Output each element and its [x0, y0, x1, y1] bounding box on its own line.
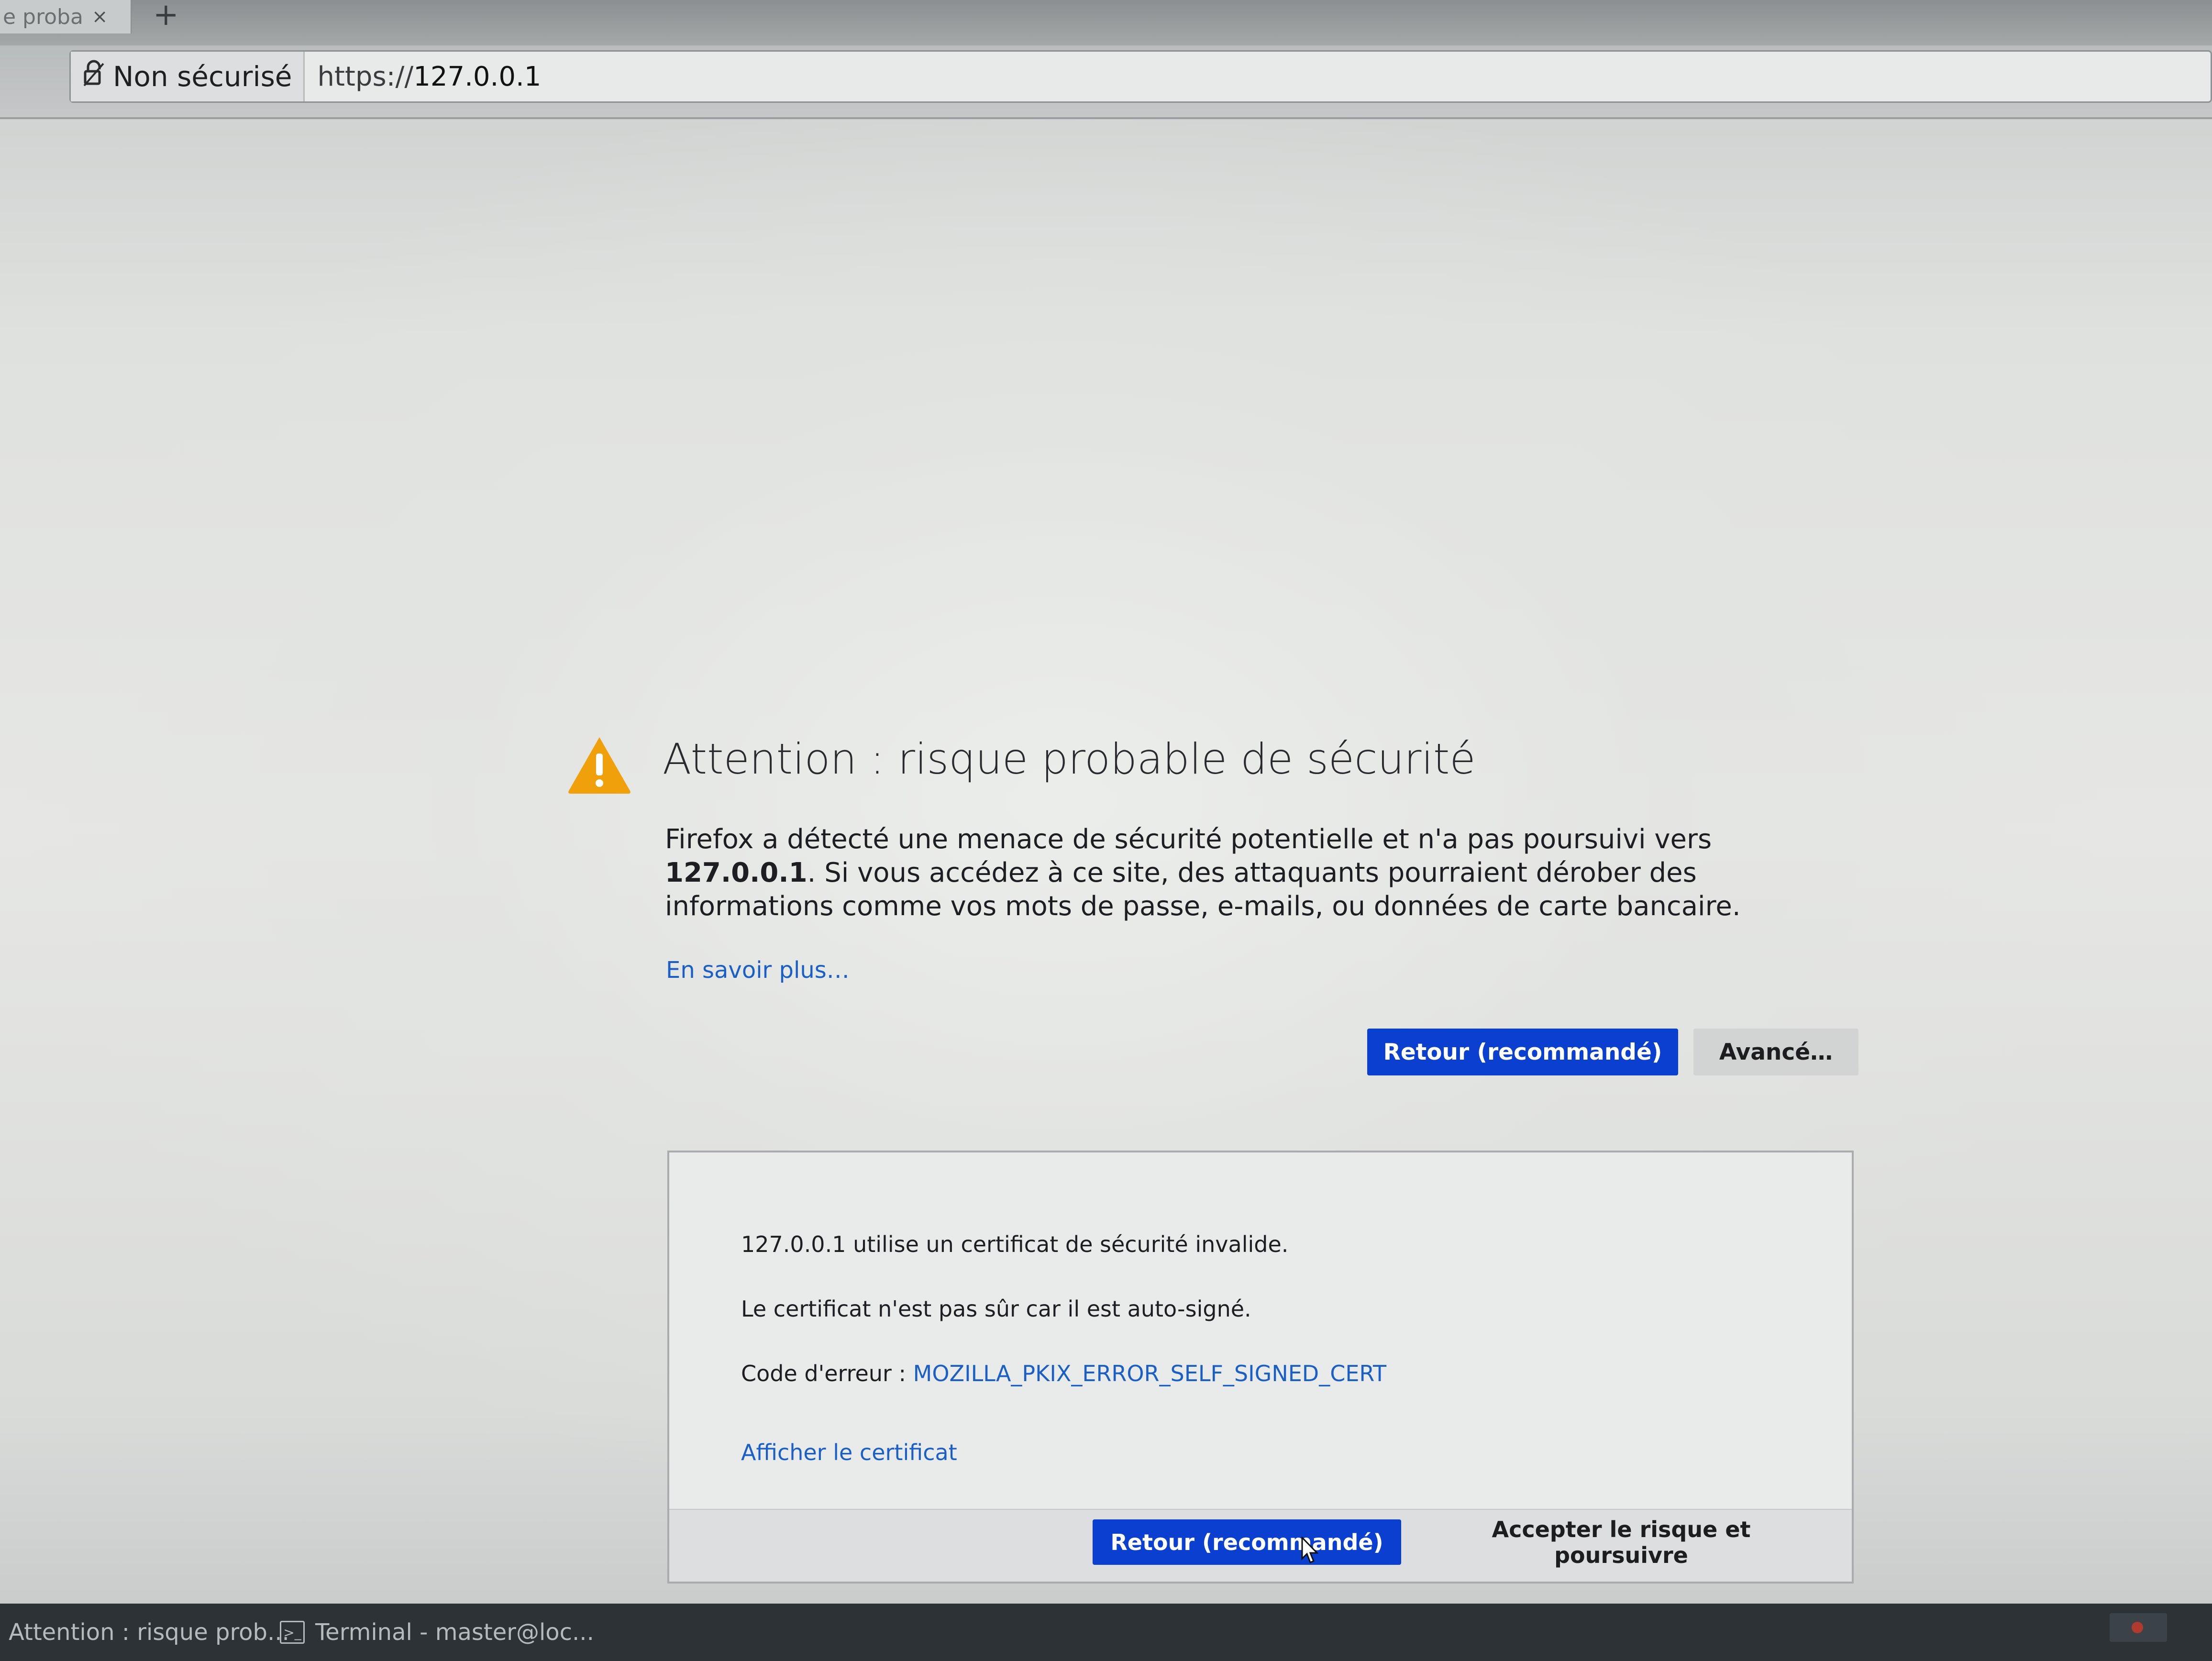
taskbar: Attention : risque prob... >_ Terminal -…: [0, 1604, 2212, 1661]
taskbar-item-terminal[interactable]: >_ Terminal - master@loc...: [280, 1604, 594, 1661]
terminal-icon: >_: [280, 1621, 305, 1644]
error-code-link[interactable]: MOZILLA_PKIX_ERROR_SELF_SIGNED_CERT: [913, 1361, 1386, 1386]
taskbar-item-label: Terminal - master@loc...: [315, 1619, 594, 1646]
url-scheme: https://: [317, 61, 414, 92]
url-bar[interactable]: Non sécurisé https://127.0.0.1: [69, 50, 2212, 103]
url-text[interactable]: https://127.0.0.1: [317, 61, 541, 92]
identity-label: Non sécurisé: [113, 60, 292, 93]
tab-label: e proba: [3, 4, 83, 29]
advanced-button[interactable]: Avancé…: [1693, 1029, 1858, 1075]
url-host: 127.0.0.1: [413, 61, 542, 92]
new-tab-button[interactable]: +: [153, 0, 179, 33]
page-title: Attention : risque probable de sécurité: [663, 734, 1476, 784]
desc-host: 127.0.0.1: [665, 857, 807, 888]
go-back-button[interactable]: Retour (recommandé): [1367, 1029, 1678, 1075]
taskbar-item-firefox[interactable]: Attention : risque prob...: [9, 1604, 289, 1661]
advanced-footer: Retour (recommandé) Accepter le risque e…: [669, 1509, 1852, 1582]
tab-strip: e proba × +: [0, 0, 2212, 45]
learn-more-link[interactable]: En savoir plus…: [666, 957, 850, 984]
browser-window: e proba × + Non sécurisé https://127.0.0…: [0, 0, 2212, 1661]
desc-part1: Firefox a détecté une menace de sécurité…: [665, 824, 1712, 855]
close-icon[interactable]: ×: [92, 6, 108, 28]
warning-icon: [566, 734, 633, 797]
accept-risk-button[interactable]: Accepter le risque et poursuivre: [1435, 1517, 1808, 1568]
advanced-panel: 127.0.0.1 utilise un certificat de sécur…: [667, 1151, 1854, 1583]
error-description: Firefox a détecté une menace de sécurité…: [665, 823, 1870, 923]
desc-part2: . Si vous accédez à ce site, des attaqua…: [665, 857, 1741, 922]
mouse-cursor-icon: [1300, 1536, 1319, 1565]
error-code-line: Code d'erreur : MOZILLA_PKIX_ERROR_SELF_…: [741, 1361, 1386, 1386]
cert-invalid-text: 127.0.0.1 utilise un certificat de sécur…: [741, 1231, 1289, 1257]
system-tray-icon[interactable]: [2110, 1613, 2167, 1642]
go-back-button-advanced[interactable]: Retour (recommandé): [1093, 1519, 1401, 1565]
self-signed-text: Le certificat n'est pas sûr car il est a…: [741, 1296, 1251, 1322]
site-identity-button[interactable]: Non sécurisé: [71, 52, 305, 101]
tab-active[interactable]: e proba ×: [0, 0, 132, 33]
navigation-bar: Non sécurisé https://127.0.0.1: [0, 45, 2212, 119]
error-code-prefix: Code d'erreur :: [741, 1361, 913, 1386]
view-certificate-link[interactable]: Afficher le certificat: [741, 1440, 957, 1465]
taskbar-item-label: Attention : risque prob...: [9, 1619, 289, 1646]
insecure-lock-icon: [83, 60, 104, 93]
